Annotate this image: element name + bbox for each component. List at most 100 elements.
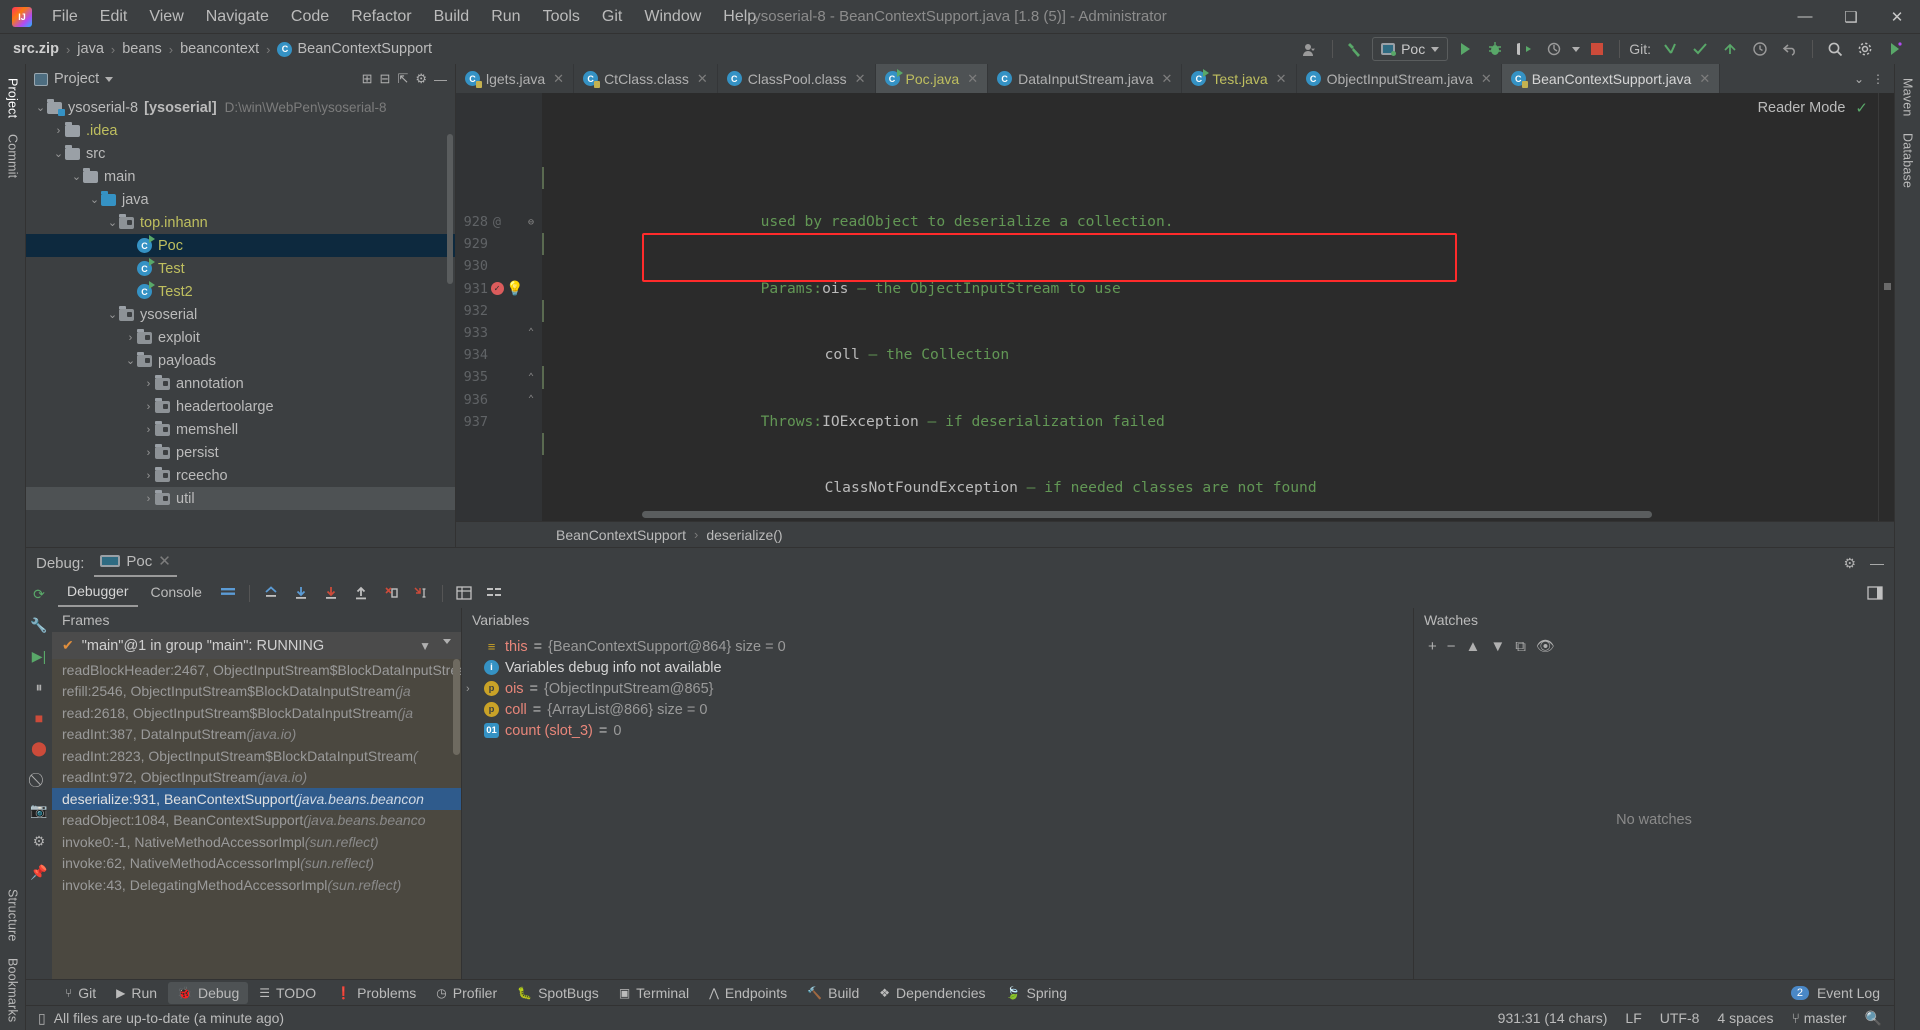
evaluate-expression-icon[interactable] — [451, 581, 477, 605]
status-memory-icon[interactable]: ▯ — [38, 1010, 46, 1027]
chevron-right-icon[interactable]: · — [124, 263, 137, 275]
run-coverage-icon[interactable] — [1512, 37, 1538, 61]
variable-row[interactable]: · 01 count (slot_3) = 0 — [462, 720, 1413, 741]
tree-item-main[interactable]: ⌄ main — [26, 165, 455, 188]
add-watch-icon[interactable]: + — [1428, 638, 1437, 655]
chevron-right-icon[interactable]: · — [466, 704, 478, 716]
move-up-icon[interactable]: ▲ — [1466, 638, 1481, 655]
close-session-icon[interactable]: ✕ — [158, 552, 171, 570]
pause-program-icon[interactable]: ⏸ — [36, 679, 43, 696]
tree-item-annotation[interactable]: › annotation — [26, 372, 455, 395]
rail-item-database[interactable]: Database — [1901, 125, 1915, 196]
reader-mode-indicator[interactable]: Reader Mode ✓ — [1758, 99, 1868, 117]
show-execution-point-icon[interactable] — [258, 581, 284, 605]
menu-run[interactable]: Run — [481, 4, 530, 30]
git-push-icon[interactable] — [1717, 37, 1743, 61]
status-indent[interactable]: 4 spaces — [1717, 1010, 1773, 1026]
chevron-down-icon[interactable]: ⌄ — [88, 193, 101, 206]
settings-icon[interactable]: ⚙ — [33, 833, 46, 850]
tree-item-src[interactable]: ⌄ src — [26, 142, 455, 165]
chevron-right-icon[interactable]: › — [142, 378, 155, 390]
chevron-down-icon[interactable]: ⌄ — [106, 308, 119, 321]
editor-tab-test-java[interactable]: C Test.java ✕ — [1182, 64, 1297, 93]
inspect-icon[interactable]: 👁 — [1536, 637, 1555, 655]
chevron-right-icon[interactable]: › — [142, 470, 155, 482]
intention-bulb-icon[interactable]: 💡 — [506, 281, 524, 297]
breadcrumb-beancontext[interactable]: beancontext — [177, 40, 262, 58]
menu-tools[interactable]: Tools — [533, 4, 590, 30]
debug-settings-gear-icon[interactable]: ⚙ — [1843, 555, 1856, 572]
menu-edit[interactable]: Edit — [90, 4, 138, 30]
hide-panel-icon[interactable]: — — [434, 72, 447, 87]
run-icon[interactable] — [1452, 37, 1478, 61]
tool-window-profiler[interactable]: ◷ Profiler — [427, 982, 506, 1004]
screenshot-icon[interactable]: 📷 — [30, 802, 47, 819]
editor-breadcrumb-class[interactable]: BeanContextSupport — [556, 527, 686, 543]
editor-tab-classpool-class[interactable]: C ClassPool.class ✕ — [718, 64, 876, 93]
run-to-cursor-icon[interactable] — [408, 581, 434, 605]
tool-window-terminal[interactable]: ▣ Terminal — [610, 982, 698, 1004]
tree-item-java[interactable]: ⌄ java — [26, 188, 455, 211]
debug-hide-icon[interactable]: — — [1870, 555, 1884, 571]
editor-tab-lgets-java[interactable]: Clgets.java ✕ — [456, 64, 575, 93]
settings-icon[interactable] — [481, 581, 507, 605]
remove-watch-icon[interactable]: − — [1447, 638, 1456, 655]
stack-frame[interactable]: readInt:387, DataInputStream (java.io) — [52, 724, 461, 746]
chevron-right-icon[interactable]: › — [124, 332, 137, 344]
gutter-line-934[interactable]: 934 — [456, 344, 542, 366]
inspections-ok-icon[interactable]: ✓ — [1855, 99, 1868, 117]
editor-tab-datainputstream-java[interactable]: C DataInputStream.java ✕ — [988, 64, 1183, 93]
maximize-button[interactable]: ❑ — [1828, 0, 1874, 34]
ai-assistant-icon[interactable] — [1882, 37, 1908, 61]
tree-scrollbar[interactable] — [447, 134, 453, 284]
tree-item-ysoserial-8[interactable]: ⌄ ysoserial-8 [ysoserial] D:\win\WebPen\ys… — [26, 96, 455, 119]
tool-window-debug[interactable]: 🐞 Debug — [168, 981, 249, 1004]
stack-frame[interactable]: readObject:1084, BeanContextSupport (jav… — [52, 810, 461, 832]
chevron-right-icon[interactable]: · — [466, 725, 478, 737]
status-encoding[interactable]: UTF-8 — [1660, 1010, 1700, 1026]
tree-item-ysoserial[interactable]: ⌄ ysoserial — [26, 303, 455, 326]
run-configuration-selector[interactable]: Poc — [1372, 37, 1449, 61]
stack-frame[interactable]: readBlockHeader:2467, ObjectInputStream$… — [52, 659, 461, 681]
gutter-line-931[interactable]: 931 💡 — [456, 278, 542, 300]
rail-item-commit[interactable]: Commit — [6, 126, 20, 186]
gutter-line-932[interactable]: 932 — [456, 300, 542, 322]
rail-item-structure[interactable]: Structure — [6, 881, 20, 950]
chevron-down-icon[interactable]: ⌄ — [70, 170, 83, 183]
stack-frame[interactable]: deserialize:931, BeanContextSupport (jav… — [52, 788, 461, 810]
filter-icon[interactable]: ▼ — [419, 639, 431, 653]
annotation-marker-icon[interactable]: @ — [488, 214, 506, 230]
menu-navigate[interactable]: Navigate — [196, 4, 279, 30]
undo-icon[interactable] — [1777, 37, 1803, 61]
expand-all-icon[interactable]: ⊞ — [362, 71, 373, 87]
copy-watch-icon[interactable]: ⧉ — [1515, 638, 1526, 655]
tree-item-top-inhann[interactable]: ⌄ top.inhann — [26, 211, 455, 234]
chevron-down-icon[interactable]: ⌄ — [1854, 72, 1864, 86]
debug-session-tab[interactable]: Poc ✕ — [94, 549, 177, 577]
gutter-line-928[interactable]: 928 @ ⊖ — [456, 211, 542, 233]
javadoc-throws-ref[interactable]: ClassNotFoundException — [697, 479, 1018, 496]
rerun-icon[interactable]: ⟳ — [33, 586, 45, 603]
status-caret-position[interactable]: 931:31 (14 chars) — [1498, 1010, 1608, 1026]
tree-item-rceecho[interactable]: › rceecho — [26, 464, 455, 487]
editor-breadcrumb-method[interactable]: deserialize() — [706, 527, 782, 543]
gutter-line-936[interactable]: 936 ⌃ — [456, 388, 542, 410]
build-hammer-icon[interactable] — [1342, 37, 1368, 61]
code-fold-icon[interactable]: ⊖ — [524, 217, 538, 228]
gutter-line-929[interactable]: 929 — [456, 233, 542, 255]
chevron-down-icon[interactable] — [443, 638, 451, 644]
chevron-down-icon[interactable] — [105, 76, 114, 82]
editor-tab-poc-java[interactable]: C Poc.java ✕ — [875, 64, 989, 93]
stack-frame[interactable]: invoke:43, DelegatingMethodAccessorImpl … — [52, 874, 461, 896]
variables-list[interactable]: · ≡ this = {BeanContextSupport@864} size =… — [462, 632, 1413, 979]
close-tab-icon[interactable]: ✕ — [1481, 71, 1492, 87]
tree-item-headertoolarge[interactable]: › headertoolarge — [26, 395, 455, 418]
tool-window-spotbugs[interactable]: 🐛 SpotBugs — [508, 982, 608, 1004]
code-content[interactable]: used by readObject to deserialize a coll… — [542, 93, 1878, 521]
menu-refactor[interactable]: Refactor — [341, 4, 421, 30]
editor-tab-objectinputstream-java[interactable]: C ObjectInputStream.java ✕ — [1297, 64, 1502, 93]
rail-item-maven[interactable]: Maven — [1901, 70, 1915, 125]
close-tab-icon[interactable]: ✕ — [1276, 71, 1287, 87]
stack-frame[interactable]: readInt:972, ObjectInputStream (java.io) — [52, 767, 461, 789]
gutter-line-933[interactable]: 933 ⌃ — [456, 322, 542, 344]
